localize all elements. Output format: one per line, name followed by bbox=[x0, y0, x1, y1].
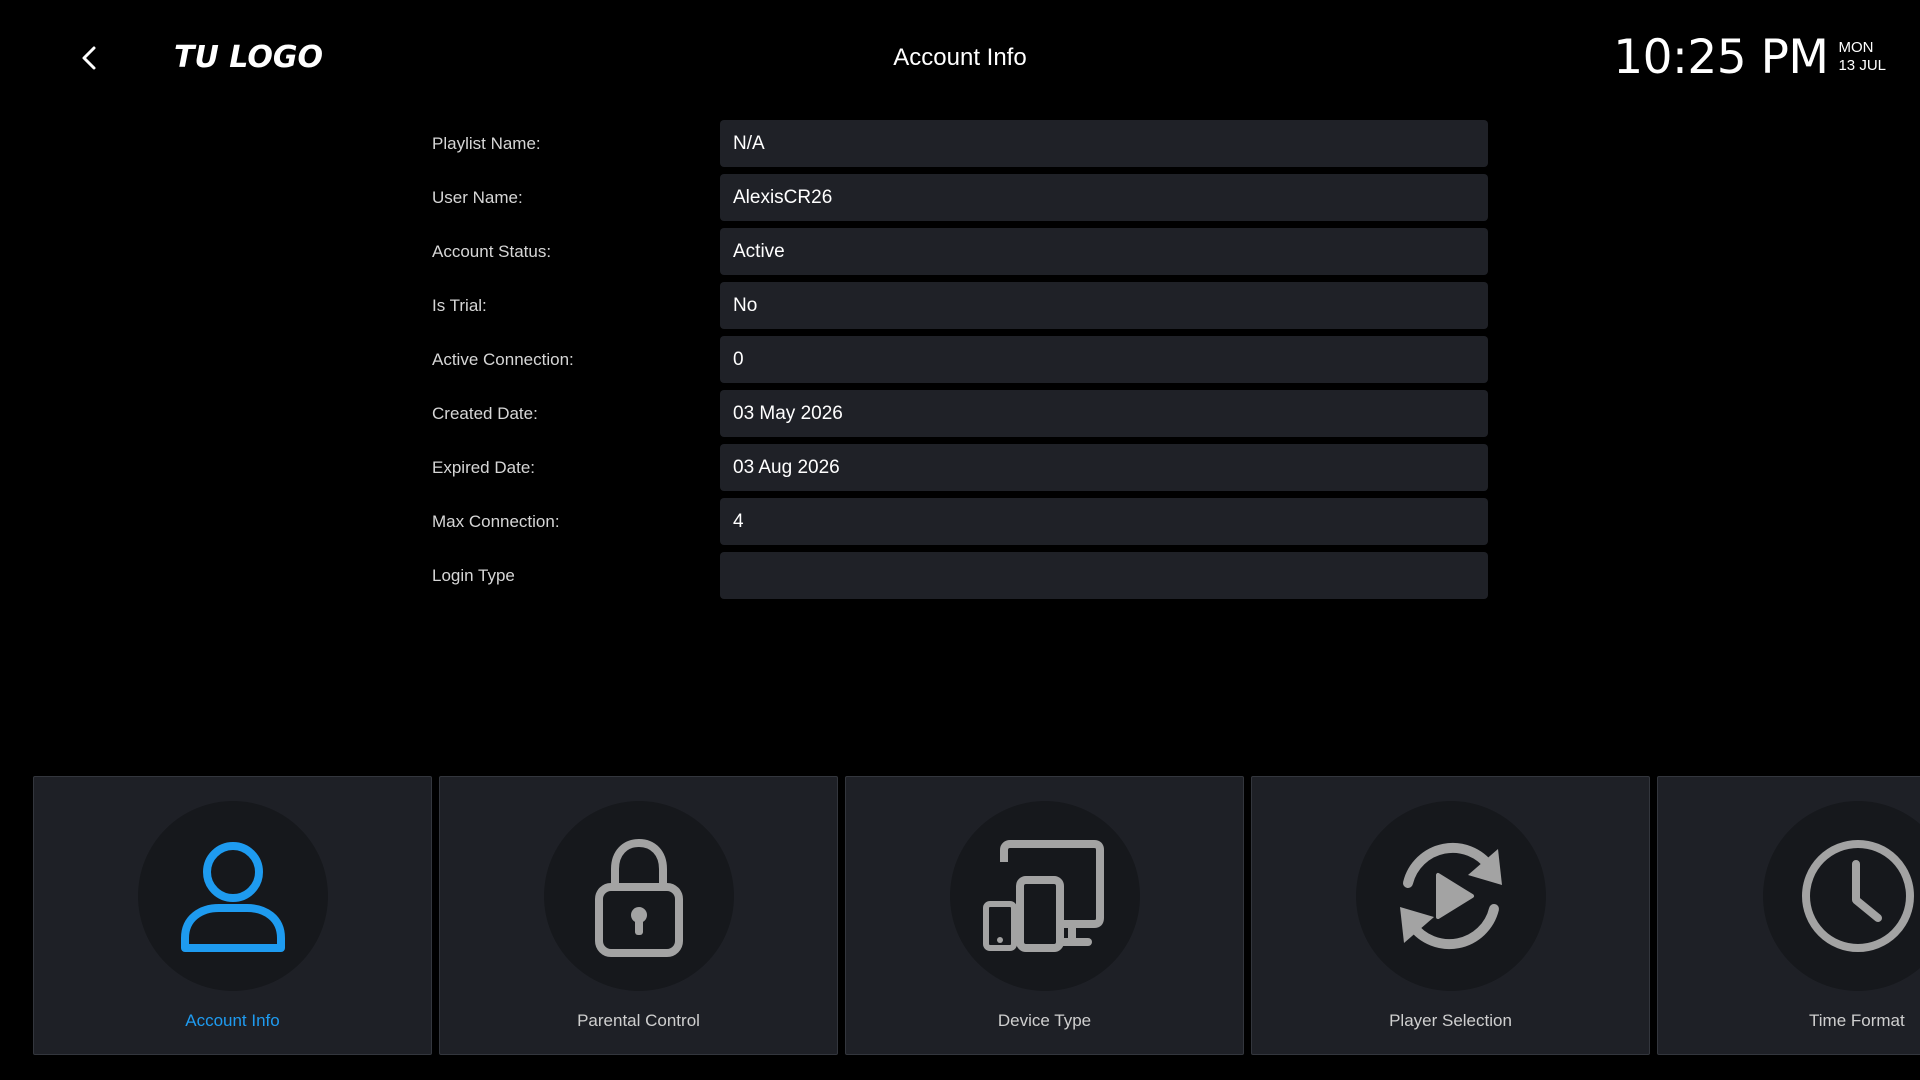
card-icon-background bbox=[1763, 801, 1920, 991]
info-value bbox=[720, 552, 1488, 599]
menu-card-device-type[interactable]: Device Type bbox=[845, 776, 1244, 1055]
info-label: Login Type bbox=[432, 565, 515, 585]
account-info-form: Playlist Name: N/A User Name: AlexisCR26… bbox=[432, 120, 1488, 606]
info-row-playlist-name: Playlist Name: N/A bbox=[432, 120, 1488, 167]
info-value: AlexisCR26 bbox=[720, 174, 1488, 221]
info-value: No bbox=[720, 282, 1488, 329]
info-row-is-trial: Is Trial: No bbox=[432, 282, 1488, 329]
info-value: 0 bbox=[720, 336, 1488, 383]
menu-card-player-selection[interactable]: Player Selection bbox=[1251, 776, 1650, 1055]
info-row-account-status: Account Status: Active bbox=[432, 228, 1488, 275]
clock-day-month: 13 JUL bbox=[1838, 57, 1886, 74]
info-label: Playlist Name: bbox=[432, 133, 541, 153]
clock-time: 10:25 PM bbox=[1613, 30, 1829, 85]
info-row-max-connection: Max Connection: 4 bbox=[432, 498, 1488, 545]
info-value: Active bbox=[720, 228, 1488, 275]
info-label: Active Connection: bbox=[432, 349, 574, 369]
clock-icon bbox=[1802, 840, 1914, 952]
play-refresh-icon bbox=[1399, 842, 1502, 950]
settings-menu: Account Info Parental Control Device Typ… bbox=[33, 776, 1920, 1055]
card-label: Parental Control bbox=[577, 1011, 700, 1030]
info-row-active-connection: Active Connection: 0 bbox=[432, 336, 1488, 383]
info-label: Is Trial: bbox=[432, 295, 487, 315]
card-icon-background bbox=[137, 801, 328, 991]
card-label: Device Type bbox=[997, 1011, 1092, 1030]
info-label: Max Connection: bbox=[432, 511, 560, 531]
info-value: 03 May 2026 bbox=[720, 390, 1488, 437]
devices-icon bbox=[982, 840, 1104, 952]
info-value: 4 bbox=[720, 498, 1488, 545]
card-icon-background bbox=[1355, 801, 1546, 991]
info-label: Account Status: bbox=[432, 241, 552, 261]
info-row-created-date: Created Date: 03 May 2026 bbox=[432, 390, 1488, 437]
menu-card-account-info[interactable]: Account Info bbox=[33, 776, 432, 1055]
info-row-login-type: Login Type bbox=[432, 552, 1488, 599]
card-label: Player Selection bbox=[1389, 1011, 1512, 1030]
info-row-expired-date: Expired Date: 03 Aug 2026 bbox=[432, 444, 1488, 491]
info-value: N/A bbox=[720, 120, 1488, 167]
user-icon bbox=[180, 842, 285, 952]
info-value: 03 Aug 2026 bbox=[720, 444, 1488, 491]
card-icon-background bbox=[543, 801, 734, 991]
clock: 10:25 PM MON 13 JUL bbox=[1613, 30, 1886, 86]
info-label: Created Date: bbox=[432, 403, 538, 423]
menu-card-time-format[interactable]: Time Format bbox=[1657, 776, 1920, 1055]
menu-card-parental-control[interactable]: Parental Control bbox=[439, 776, 838, 1055]
info-row-user-name: User Name: AlexisCR26 bbox=[432, 174, 1488, 221]
card-label: Account Info bbox=[185, 1011, 280, 1030]
info-label: User Name: bbox=[432, 187, 523, 207]
account-info-screen: TU LOGO Account Info 10:25 PM MON 13 JUL… bbox=[0, 0, 1920, 1080]
lock-icon bbox=[594, 838, 683, 957]
info-label: Expired Date: bbox=[432, 457, 535, 477]
card-label: Time Format bbox=[1809, 1011, 1905, 1030]
clock-weekday: MON bbox=[1838, 39, 1874, 56]
card-icon-background bbox=[949, 801, 1140, 991]
clock-date: MON 13 JUL bbox=[1838, 39, 1886, 75]
